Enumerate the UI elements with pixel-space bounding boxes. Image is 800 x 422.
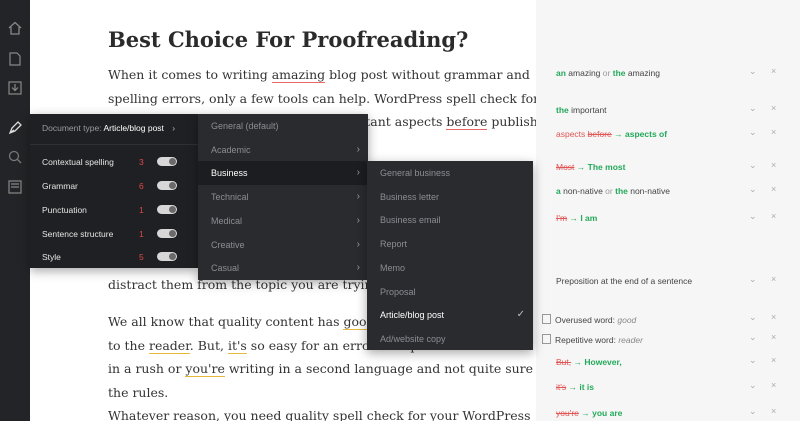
suggestion-1[interactable]: an amazing or the amazing ⌄ ×: [556, 66, 792, 82]
book-icon[interactable]: [7, 179, 23, 195]
chevron-down-icon[interactable]: ⌄: [749, 127, 757, 138]
business-article-blog-post[interactable]: Article/blog post ✓: [367, 303, 533, 327]
search-icon[interactable]: [7, 149, 23, 165]
chevron-down-icon[interactable]: ⌄: [749, 406, 757, 417]
chevron-down-icon[interactable]: ⌄: [749, 211, 757, 222]
close-icon[interactable]: ×: [771, 127, 776, 137]
suggestion-11[interactable]: it's → it is ⌄ ×: [556, 380, 792, 396]
chevron-down-icon[interactable]: ⌄: [749, 160, 757, 171]
suggestion-6[interactable]: I'm → I am ⌄ ×: [556, 211, 792, 227]
suggestion-7[interactable]: Preposition at the end of a sentence ⌄ ×: [556, 274, 792, 290]
business-email[interactable]: Business email: [367, 208, 533, 232]
close-icon[interactable]: ×: [771, 274, 776, 284]
close-icon[interactable]: ×: [771, 160, 776, 170]
check-icon: ✓: [516, 309, 525, 320]
business-menu: General business Business letter Busines…: [367, 161, 533, 350]
close-icon[interactable]: ×: [771, 184, 776, 194]
close-icon[interactable]: ×: [771, 66, 776, 76]
close-icon[interactable]: ×: [771, 406, 776, 416]
close-icon[interactable]: ×: [771, 103, 776, 113]
suggestion-8[interactable]: Overused word: good ⌄ ×: [542, 312, 792, 328]
business-general[interactable]: General business: [367, 161, 533, 185]
suggestion-9[interactable]: Repetitive word: reader ⌄ ×: [542, 332, 792, 348]
note-icon: [542, 314, 551, 324]
chevron-down-icon[interactable]: ⌄: [749, 312, 757, 323]
chevron-down-icon[interactable]: ⌄: [749, 380, 757, 391]
close-icon[interactable]: ×: [771, 332, 776, 342]
document-type-selector[interactable]: Document type: Article/blog post ›: [42, 123, 175, 133]
category-technical[interactable]: Technical ›: [198, 185, 368, 209]
home-icon[interactable]: [7, 20, 23, 36]
chevron-down-icon[interactable]: ⌄: [749, 103, 757, 114]
toggle-switch[interactable]: [157, 205, 177, 214]
business-proposal[interactable]: Proposal: [367, 280, 533, 304]
chevron-down-icon[interactable]: ⌄: [749, 332, 757, 343]
suggestion-12[interactable]: you're → you are ⌄ ×: [556, 406, 792, 422]
toggle-switch[interactable]: [157, 157, 177, 166]
paragraph-4[interactable]: Whatever reason, you need quality spell …: [108, 404, 531, 421]
suggestion-3[interactable]: aspects before → aspects of ⌄ ×: [556, 127, 792, 143]
download-icon[interactable]: [7, 80, 23, 96]
business-letter[interactable]: Business letter: [367, 185, 533, 209]
category-business[interactable]: Business ›: [198, 161, 368, 185]
chevron-down-icon[interactable]: ⌄: [749, 66, 757, 77]
business-ad-website-copy[interactable]: Ad/website copy: [367, 327, 533, 351]
toggle-switch[interactable]: [157, 229, 177, 238]
document-icon[interactable]: [7, 51, 23, 67]
chevron-right-icon: ›: [172, 123, 176, 133]
close-icon[interactable]: ×: [771, 312, 776, 322]
business-report[interactable]: Report: [367, 232, 533, 256]
settings-menu: Document type: Article/blog post › Conte…: [30, 114, 198, 268]
category-academic[interactable]: Academic ›: [198, 138, 368, 162]
suggestion-2[interactable]: the important ⌄ ×: [556, 103, 792, 119]
chevron-down-icon[interactable]: ⌄: [749, 274, 757, 285]
category-creative[interactable]: Creative ›: [198, 233, 368, 257]
close-icon[interactable]: ×: [771, 211, 776, 221]
close-icon[interactable]: ×: [771, 380, 776, 390]
toggle-switch[interactable]: [157, 252, 177, 261]
category-casual[interactable]: Casual ›: [198, 256, 368, 280]
chevron-down-icon[interactable]: ⌄: [749, 355, 757, 366]
suggestion-10[interactable]: But, → However, ⌄ ×: [556, 355, 792, 371]
category-general[interactable]: General (default): [198, 114, 368, 138]
pen-icon[interactable]: [7, 120, 23, 136]
suggestions-panel: an amazing or the amazing ⌄ × the import…: [536, 0, 800, 421]
category-menu: General (default) Academic › Business › Te…: [198, 114, 368, 280]
chevron-down-icon[interactable]: ⌄: [749, 184, 757, 195]
left-icon-rail: [0, 0, 30, 421]
suggestion-5[interactable]: a non-native or the non-native ⌄ ×: [556, 184, 792, 200]
close-icon[interactable]: ×: [771, 355, 776, 365]
category-medical[interactable]: Medical ›: [198, 209, 368, 233]
article-title: Best Choice For Proofreading?: [108, 27, 469, 52]
suggestion-4[interactable]: Most → The most ⌄ ×: [556, 160, 792, 176]
toggle-switch[interactable]: [157, 181, 177, 190]
note-icon: [542, 334, 551, 344]
business-memo[interactable]: Memo: [367, 256, 533, 280]
